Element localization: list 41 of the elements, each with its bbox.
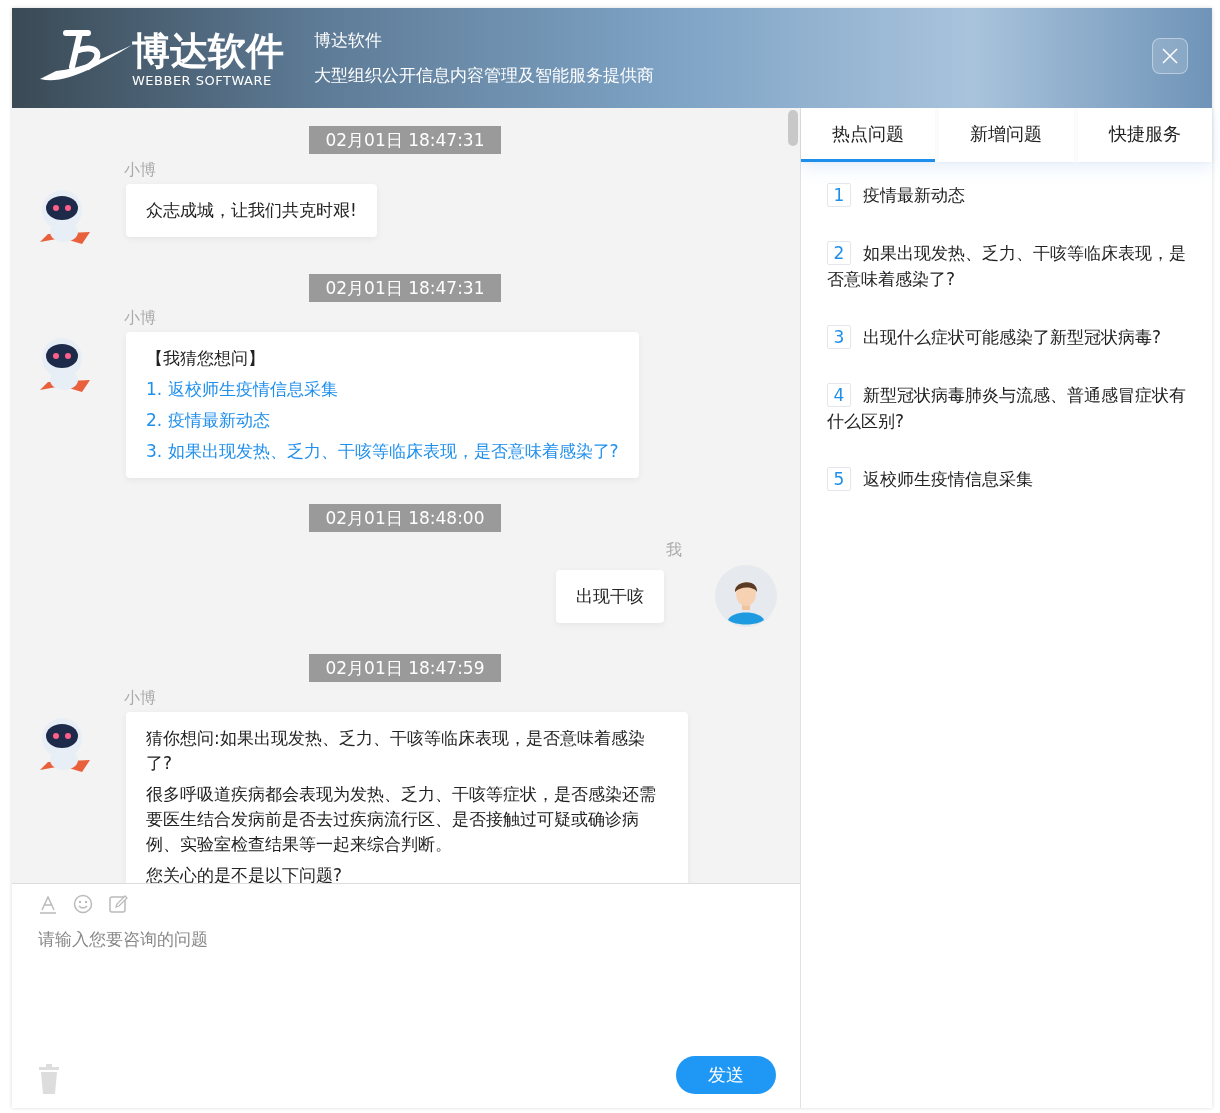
panel-tab[interactable]: 热点问题 bbox=[801, 108, 936, 162]
message-text: 众志成城，让我们共克时艰! bbox=[146, 199, 357, 222]
logo-subtext: WEBBER SOFTWARE bbox=[132, 72, 273, 88]
message-text: 出现干咳 bbox=[576, 584, 644, 608]
message-text: 【我猜您想问】 bbox=[146, 347, 266, 370]
message-time: 02月01日 18:47:31 bbox=[309, 126, 501, 154]
font-icon[interactable] bbox=[38, 894, 58, 914]
message-text: 您关心的是不是以下问题? bbox=[146, 864, 344, 883]
question-number: 2 bbox=[827, 241, 851, 265]
question-number: 4 bbox=[827, 383, 851, 407]
message-time: 02月01日 18:47:31 bbox=[309, 274, 501, 302]
trash-icon[interactable] bbox=[38, 1064, 60, 1094]
user-avatar-icon bbox=[714, 564, 778, 628]
close-icon[interactable] bbox=[1160, 46, 1180, 66]
close-button[interactable] bbox=[1152, 38, 1188, 74]
scrollbar[interactable] bbox=[788, 110, 798, 146]
suggested-question-link[interactable]: 1. 返校师生疫情信息采集 bbox=[146, 377, 619, 402]
message-text: 很多呼吸道疾病都会表现为发热、乏力、干咳等症状，是否感染还需要医生结合发病前是否去过疾病流行区、是否接触过可疑或确诊病例、实验室检查结果等一起来综合判断。 bbox=[146, 783, 657, 856]
hot-question-item[interactable]: 4 新型冠状病毒肺炎与流感、普通感冒症状有什么区别? bbox=[827, 382, 1186, 434]
message-time: 02月01日 18:47:59 bbox=[309, 654, 501, 682]
hot-question-item[interactable]: 5 返校师生疫情信息采集 bbox=[827, 466, 1186, 492]
header-title: 博达软件 bbox=[314, 29, 383, 52]
sender-name: 小博 bbox=[124, 308, 156, 327]
question-number: 3 bbox=[827, 325, 851, 349]
hot-question-item[interactable]: 1 疫情最新动态 bbox=[827, 182, 1186, 208]
message-text: 猜你想问:如果出现发热、乏力、干咳等临床表现，是否意味着感染了? bbox=[146, 727, 646, 775]
hot-question-item[interactable]: 2 如果出现发热、乏力、干咳等临床表现，是否意味着感染了? bbox=[827, 240, 1186, 292]
panel-tab[interactable]: 快捷服务 bbox=[1077, 108, 1212, 162]
header-subtitle: 大型组织公开信息内容管理及智能服务提供商 bbox=[314, 64, 654, 87]
panel-tab[interactable]: 新增问题 bbox=[939, 108, 1074, 162]
sender-name: 小博 bbox=[124, 688, 156, 707]
sender-name: 小博 bbox=[124, 160, 156, 179]
question-number: 1 bbox=[827, 183, 851, 207]
message-time: 02月01日 18:48:00 bbox=[309, 504, 501, 532]
sender-name: 我 bbox=[666, 540, 682, 559]
question-number: 5 bbox=[827, 467, 851, 491]
logo-text: 博达软件 bbox=[132, 28, 284, 73]
smiley-icon[interactable] bbox=[73, 894, 93, 914]
suggested-question-link[interactable]: 3. 如果出现发热、乏力、干咳等临床表现，是否意味着感染了? bbox=[146, 439, 619, 464]
edit-icon[interactable] bbox=[108, 894, 128, 914]
hot-question-item[interactable]: 3 出现什么症状可能感染了新型冠状病毒? bbox=[827, 324, 1186, 350]
